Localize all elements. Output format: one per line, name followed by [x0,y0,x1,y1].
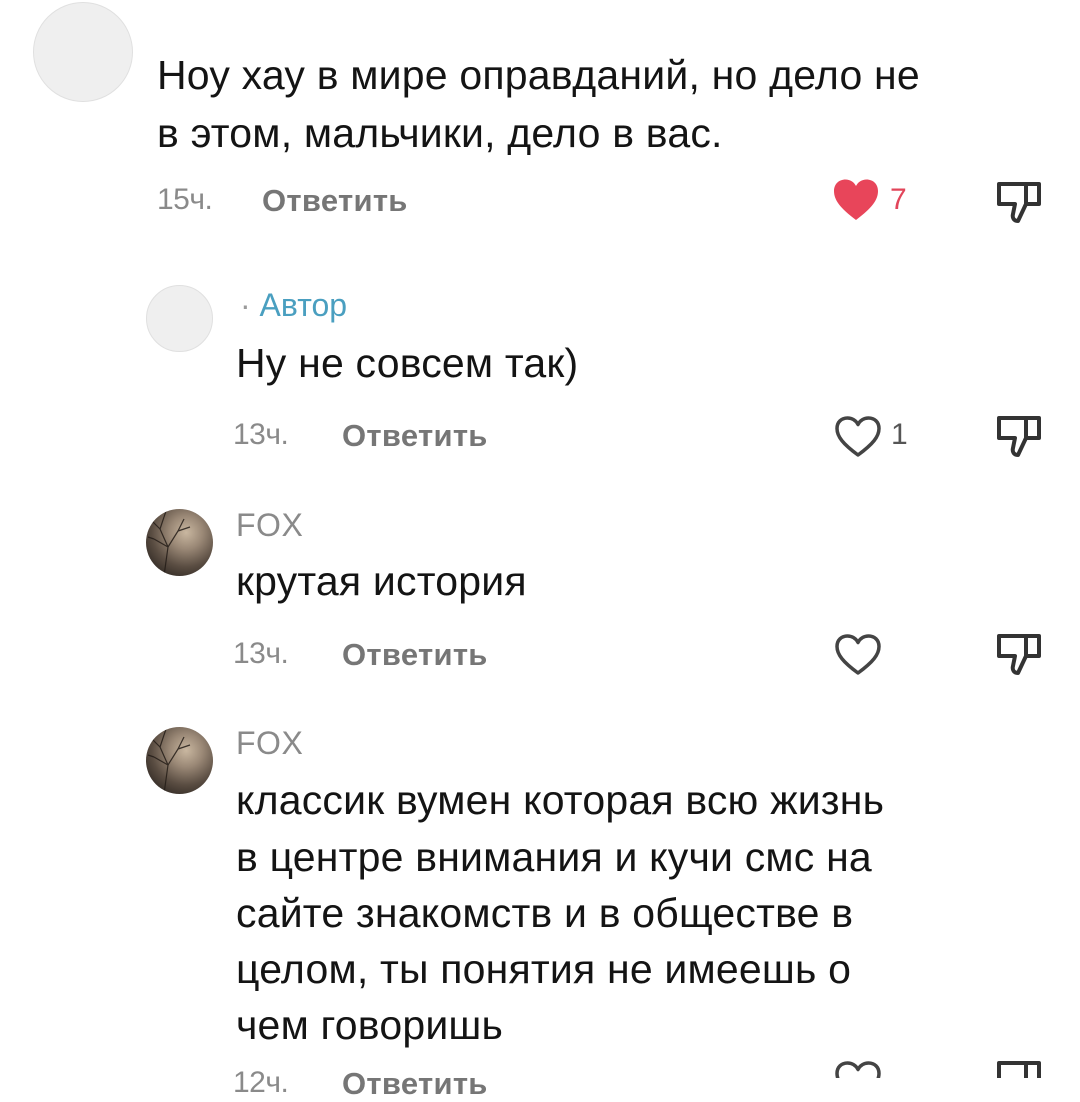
separator-dot: · [240,287,251,323]
author-name[interactable]: FOX [236,725,303,762]
heart-icon[interactable] [834,1060,882,1078]
comment-text-line: классик вумен которая всю жизнь [236,777,885,823]
comment-text-line: в этом, мальчики, дело в вас. [157,110,723,156]
heart-icon[interactable] [832,178,880,222]
comment-timestamp: 15ч. [157,183,213,216]
thumbs-down-icon[interactable] [996,632,1042,676]
heart-icon[interactable] [834,633,882,677]
avatar[interactable] [33,2,133,102]
like-count: 7 [890,183,907,216]
comment-text-line: чем говоришь [236,1002,504,1048]
reply-button[interactable]: Ответить [342,637,488,673]
avatar[interactable] [146,727,213,794]
author-name[interactable]: FOX [236,507,303,544]
author-tag-label: Автор [259,287,348,323]
thumbs-down-icon[interactable] [996,180,1042,224]
comment-text-line: Ноу хау в мире оправданий, но дело не [157,52,920,98]
reply-button[interactable]: Ответить [342,418,488,454]
comment-timestamp: 13ч. [233,418,289,451]
comment-text-line: сайте знакомств и в обществе в [236,890,854,936]
comment-timestamp: 12ч. [233,1066,289,1099]
like-count: 1 [891,418,908,451]
comment-text-line: Ну не совсем так) [236,340,579,386]
comment-text-line: в центре внимания и кучи смс на [236,834,872,880]
thumbs-down-icon[interactable] [996,414,1042,458]
reply-button[interactable]: Ответить [262,183,408,219]
avatar[interactable] [146,509,213,576]
comment-timestamp: 13ч. [233,637,289,670]
comment-text-line: целом, ты понятия не имеешь о [236,946,852,992]
author-badge: · Автор [240,287,347,324]
thumbs-down-icon[interactable] [996,1059,1042,1078]
heart-icon[interactable] [834,415,882,459]
avatar[interactable] [146,285,213,352]
comment-text-line: крутая история [236,558,527,604]
tree-silhouette-icon [146,728,191,794]
reply-button[interactable]: Ответить [342,1066,488,1102]
tree-silhouette-icon [146,510,191,576]
